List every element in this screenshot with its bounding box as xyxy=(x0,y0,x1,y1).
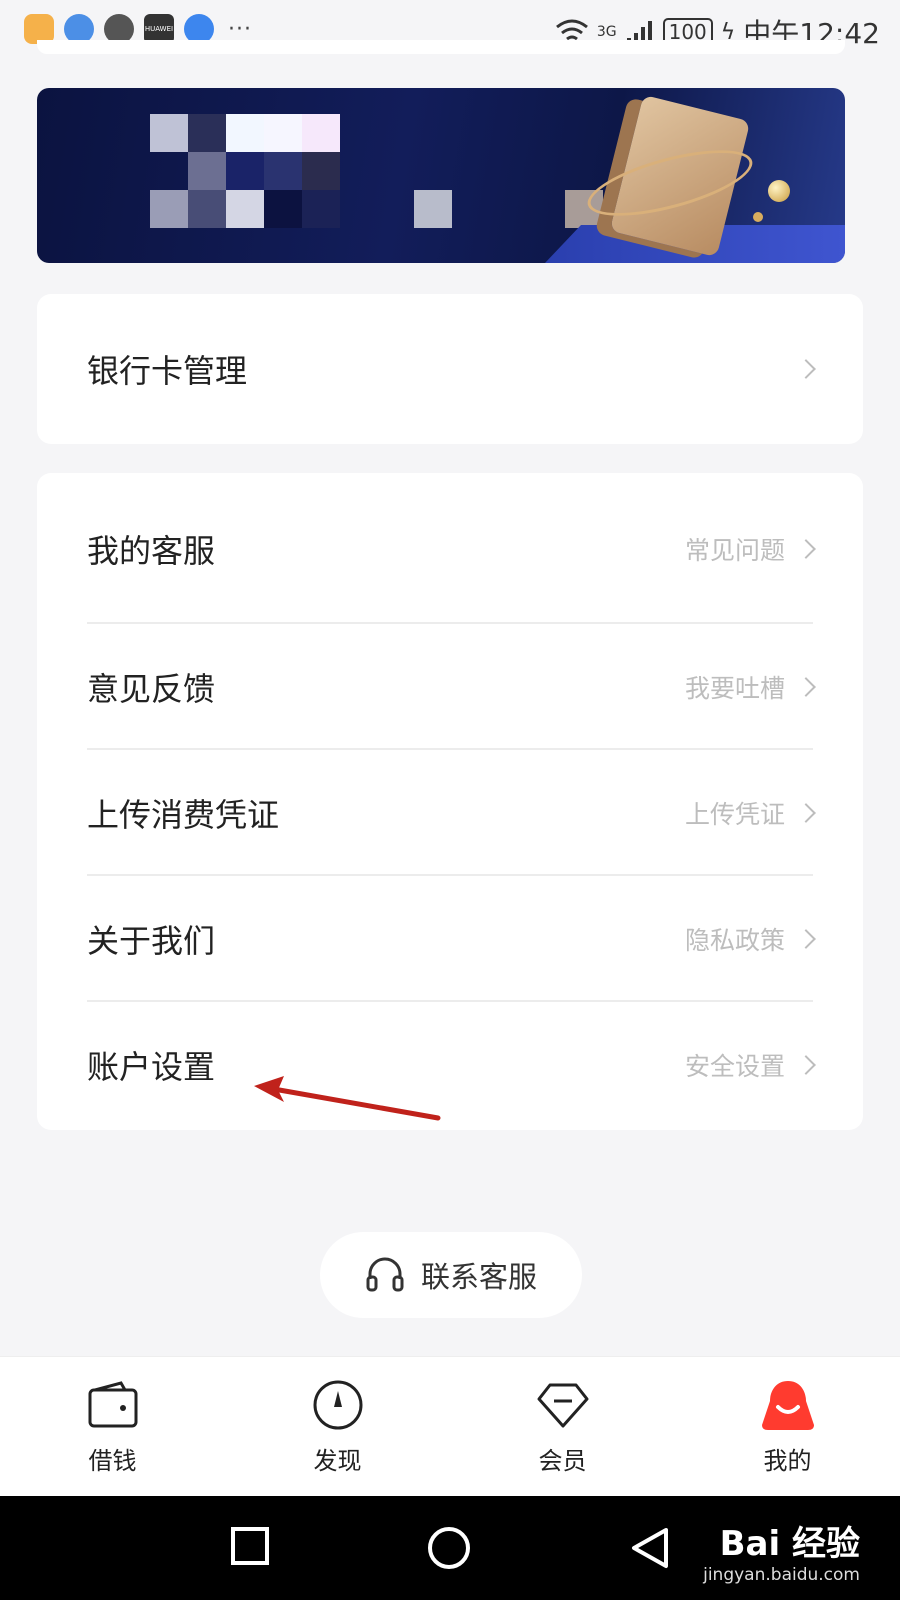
bank-card-title: 银行卡管理 xyxy=(87,352,248,390)
menu-row-right: 常见问题 xyxy=(684,473,816,624)
tab-borrow[interactable]: 借钱 xyxy=(0,1357,225,1496)
headset-icon xyxy=(366,1257,404,1292)
menu-row-hint: 常见问题 xyxy=(684,535,785,565)
menu-row-about-us[interactable]: 关于我们 隐私政策 xyxy=(37,876,863,1002)
menu-row-customer-service[interactable]: 我的客服 常见问题 xyxy=(37,473,863,624)
menu-row-right: 安全设置 xyxy=(684,1002,816,1128)
banner-gold-ball xyxy=(768,180,790,202)
contact-service-label: 联系客服 xyxy=(420,1260,537,1294)
menu-row-hint: 安全设置 xyxy=(684,1052,785,1081)
menu-row-right: 上传凭证 xyxy=(684,750,816,876)
chevron-right-icon xyxy=(796,677,816,697)
chevron-right-icon xyxy=(796,803,816,823)
menu-row-title: 关于我们 xyxy=(87,922,216,960)
menu-row-title: 意见反馈 xyxy=(87,670,216,708)
menu-row-title: 我的客服 xyxy=(87,531,216,570)
chevron-right-icon xyxy=(796,538,816,559)
network-type: 3G xyxy=(596,24,617,40)
watermark-url: jingyan.baidu.com xyxy=(703,1565,860,1585)
menu-row-right: 我要吐槽 xyxy=(684,624,816,750)
profile-icon xyxy=(760,1377,816,1433)
tab-member[interactable]: 会员 xyxy=(450,1357,675,1496)
top-card-edge xyxy=(37,40,845,54)
baidu-jingyan-watermark: Bai 经验 jingyan.baidu.com xyxy=(703,1516,860,1585)
menu-row-account-settings[interactable]: 账户设置 安全设置 xyxy=(37,1002,863,1128)
menu-row-hint: 隐私政策 xyxy=(684,926,785,955)
contact-service-button[interactable]: 联系客服 xyxy=(320,1232,582,1318)
menu-row-feedback[interactable]: 意见反馈 我要吐槽 xyxy=(37,624,863,750)
menu-row-hint: 我要吐槽 xyxy=(684,674,785,703)
diamond-icon xyxy=(535,1377,591,1433)
wallet-icon xyxy=(85,1377,141,1433)
system-navigation-bar: Bai 经验 jingyan.baidu.com xyxy=(0,1496,900,1600)
menu-row-right: 隐私政策 xyxy=(684,876,816,1002)
chevron-right-icon xyxy=(796,359,816,379)
menu-row-upload-receipt[interactable]: 上传消费凭证 上传凭证 xyxy=(37,750,863,876)
tab-label: 会员 xyxy=(538,1447,587,1475)
tab-mine[interactable]: 我的 xyxy=(675,1357,900,1496)
compass-icon xyxy=(310,1377,366,1433)
tab-label: 发现 xyxy=(313,1447,362,1475)
watermark-main: Bai 经验 xyxy=(719,1524,860,1564)
chevron-right-icon xyxy=(796,929,816,949)
menu-row-title: 账户设置 xyxy=(87,1048,216,1086)
member-banner[interactable] xyxy=(37,88,845,263)
page: HUAWEI ··· 3G 100 ϟ 中午12:42 银行卡管理 我的客服 常… xyxy=(0,0,900,1600)
tab-discover[interactable]: 发现 xyxy=(225,1357,450,1496)
bank-card-right xyxy=(796,294,816,444)
back-icon[interactable] xyxy=(630,1526,670,1570)
tab-label: 我的 xyxy=(763,1447,812,1475)
tab-label: 借钱 xyxy=(88,1447,137,1475)
bank-card-row[interactable]: 银行卡管理 xyxy=(37,294,863,444)
bank-card-section: 银行卡管理 xyxy=(37,294,863,444)
menu-row-hint: 上传凭证 xyxy=(684,800,785,829)
bottom-tab-bar: 借钱 发现 会员 我的 xyxy=(0,1356,900,1496)
chevron-right-icon xyxy=(796,1055,816,1075)
menu-section: 我的客服 常见问题 意见反馈 我要吐槽 上传消费凭证 上传凭证 关于我们 隐私政… xyxy=(37,473,863,1130)
menu-row-title: 上传消费凭证 xyxy=(87,796,280,834)
more-notifications-icon: ··· xyxy=(228,16,252,42)
annotation-arrow-icon xyxy=(254,1076,441,1121)
banner-gold-dot xyxy=(753,212,763,222)
home-icon[interactable] xyxy=(427,1526,471,1570)
recent-apps-icon[interactable] xyxy=(230,1526,270,1566)
